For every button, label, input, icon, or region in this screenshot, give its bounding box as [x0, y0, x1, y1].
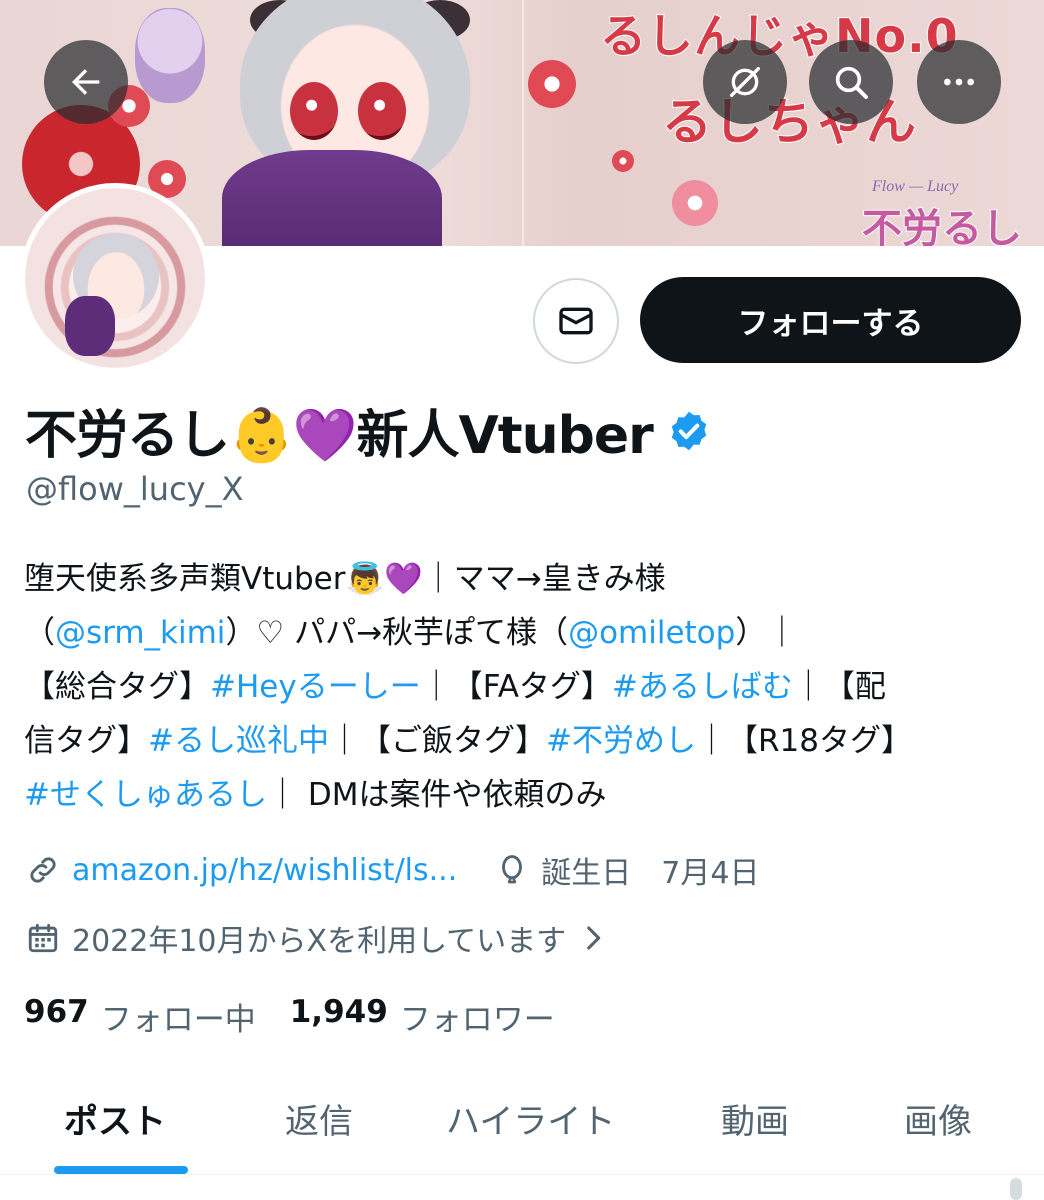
following-count[interactable]: 967	[24, 994, 89, 1039]
tab-replies[interactable]: 返信	[285, 1094, 353, 1143]
tab-media[interactable]: 画像	[904, 1094, 972, 1143]
verified-badge-icon[interactable]	[667, 409, 711, 453]
active-tab-indicator	[54, 1166, 188, 1174]
bio-text: ｜【FAタグ】	[420, 669, 612, 705]
hashtag-link[interactable]: #あるしばむ	[612, 669, 793, 705]
plum-flower-decoration	[672, 180, 718, 226]
bio-text: ｜ DMは案件や依頼のみ	[266, 777, 607, 813]
more-icon	[944, 78, 974, 86]
character-eye	[290, 82, 338, 140]
bio-text: （	[24, 615, 55, 651]
bio-text: ｜【ご飯タグ】	[328, 723, 546, 759]
joined-text: 2022年10月からXを利用しています	[72, 924, 567, 959]
bio-text: ｜【R18タグ】	[695, 723, 912, 759]
mention-link[interactable]: @srm_kimi	[55, 615, 225, 651]
bio-line: 堕天使系多声類Vtuber👼💜｜ママ→皇きみ様	[24, 552, 1024, 606]
joined-date-row[interactable]: 2022年10月からXを利用しています	[26, 916, 622, 960]
birthday-info: 誕生日 7月4日	[495, 848, 759, 892]
logo-title: 不労るし	[861, 205, 1023, 246]
hashtag-link[interactable]: #Heyるーしー	[210, 669, 421, 705]
search-button[interactable]	[809, 40, 893, 124]
tabs-divider	[0, 1174, 1044, 1175]
more-button[interactable]	[917, 40, 1001, 124]
bio-line: （@srm_kimi）♡ パパ→秋芋ぽて様（@omiletop）｜	[24, 606, 1024, 660]
hashtag-link[interactable]: #るし巡礼中	[148, 723, 329, 759]
bio-line: 【総合タグ】#Heyるーしー｜【FAタグ】#あるしばむ｜【配	[24, 660, 1024, 714]
tab-highlights[interactable]: ハイライト	[446, 1094, 615, 1143]
profile-meta-row: amazon.jp/hz/wishlist/ls... 誕生日 7月4日	[26, 848, 759, 892]
banner-title-line1: るしんじゃNo.0	[599, 8, 959, 64]
search-icon	[835, 66, 868, 99]
follow-counts: 967 フォロー中 1,949 フォロワー	[24, 994, 589, 1039]
bio-text: ）｜	[735, 615, 798, 651]
bio-text: ）♡ パパ→秋芋ぽて様（	[225, 615, 569, 651]
bio-line: #せくしゅあるし｜ DMは案件や依頼のみ	[24, 768, 1024, 822]
hashtag-link[interactable]: #せくしゅあるし	[24, 777, 267, 813]
back-button[interactable]	[44, 40, 128, 124]
banner-divider	[522, 0, 524, 246]
birthday-text: 誕生日 7月4日	[541, 856, 760, 891]
calendar-icon	[28, 923, 58, 953]
bio-text: ｜【配	[792, 669, 886, 705]
followers-label[interactable]: フォロワー	[400, 994, 555, 1039]
display-name: 不労るし👶💜新人Vtuber	[25, 406, 654, 466]
logo-subtitle: Flow — Lucy	[872, 178, 959, 195]
follow-button[interactable]: フォローする	[640, 277, 1021, 363]
bio-line: 信タグ】#るし巡礼中｜【ご飯タグ】#不労めし｜【R18タグ】	[24, 714, 1024, 768]
balloon-icon	[502, 855, 523, 884]
eye-slash-icon	[730, 67, 760, 98]
arrow-left-icon	[71, 69, 100, 95]
plum-flower-decoration	[612, 150, 634, 172]
mini-angel-illustration	[135, 8, 205, 103]
username-handle: @flow_lucy_X	[26, 470, 244, 508]
character-eye	[358, 82, 406, 140]
bio-text: 堕天使系多声類Vtuber👼💜｜ママ→皇きみ様	[24, 561, 666, 597]
hide-button[interactable]	[703, 40, 787, 124]
message-button[interactable]	[533, 278, 619, 364]
profile-tabs: ポスト 返信 ハイライト 動画 画像	[0, 1068, 1044, 1200]
hashtag-link[interactable]: #不労めし	[546, 723, 696, 759]
tab-videos[interactable]: 動画	[721, 1094, 789, 1143]
scrollbar[interactable]	[1010, 1178, 1022, 1200]
tab-posts[interactable]: ポスト	[64, 1094, 166, 1143]
plum-flower-decoration	[528, 60, 576, 108]
bio-text: 【総合タグ】	[24, 669, 210, 705]
bio-text: 信タグ】	[24, 723, 148, 759]
mail-icon	[559, 307, 593, 335]
display-name-row: 不労るし👶💜新人Vtuber	[25, 393, 711, 468]
website-link[interactable]: amazon.jp/hz/wishlist/ls...	[72, 853, 457, 888]
following-label[interactable]: フォロー中	[101, 994, 256, 1039]
profile-bio: 堕天使系多声類Vtuber👼💜｜ママ→皇きみ様 （@srm_kimi）♡ パパ→…	[24, 552, 1024, 822]
link-icon	[30, 857, 56, 883]
banner-logo: Flow — Lucy 不労るし	[832, 178, 1032, 246]
profile-avatar[interactable]	[20, 183, 210, 373]
followers-count[interactable]: 1,949	[290, 994, 388, 1039]
avatar-image	[25, 188, 205, 368]
character-body-illustration	[222, 150, 442, 246]
avatar-character-dress	[65, 296, 115, 356]
mention-link[interactable]: @omiletop	[568, 615, 735, 651]
chevron-right-icon	[587, 926, 601, 950]
